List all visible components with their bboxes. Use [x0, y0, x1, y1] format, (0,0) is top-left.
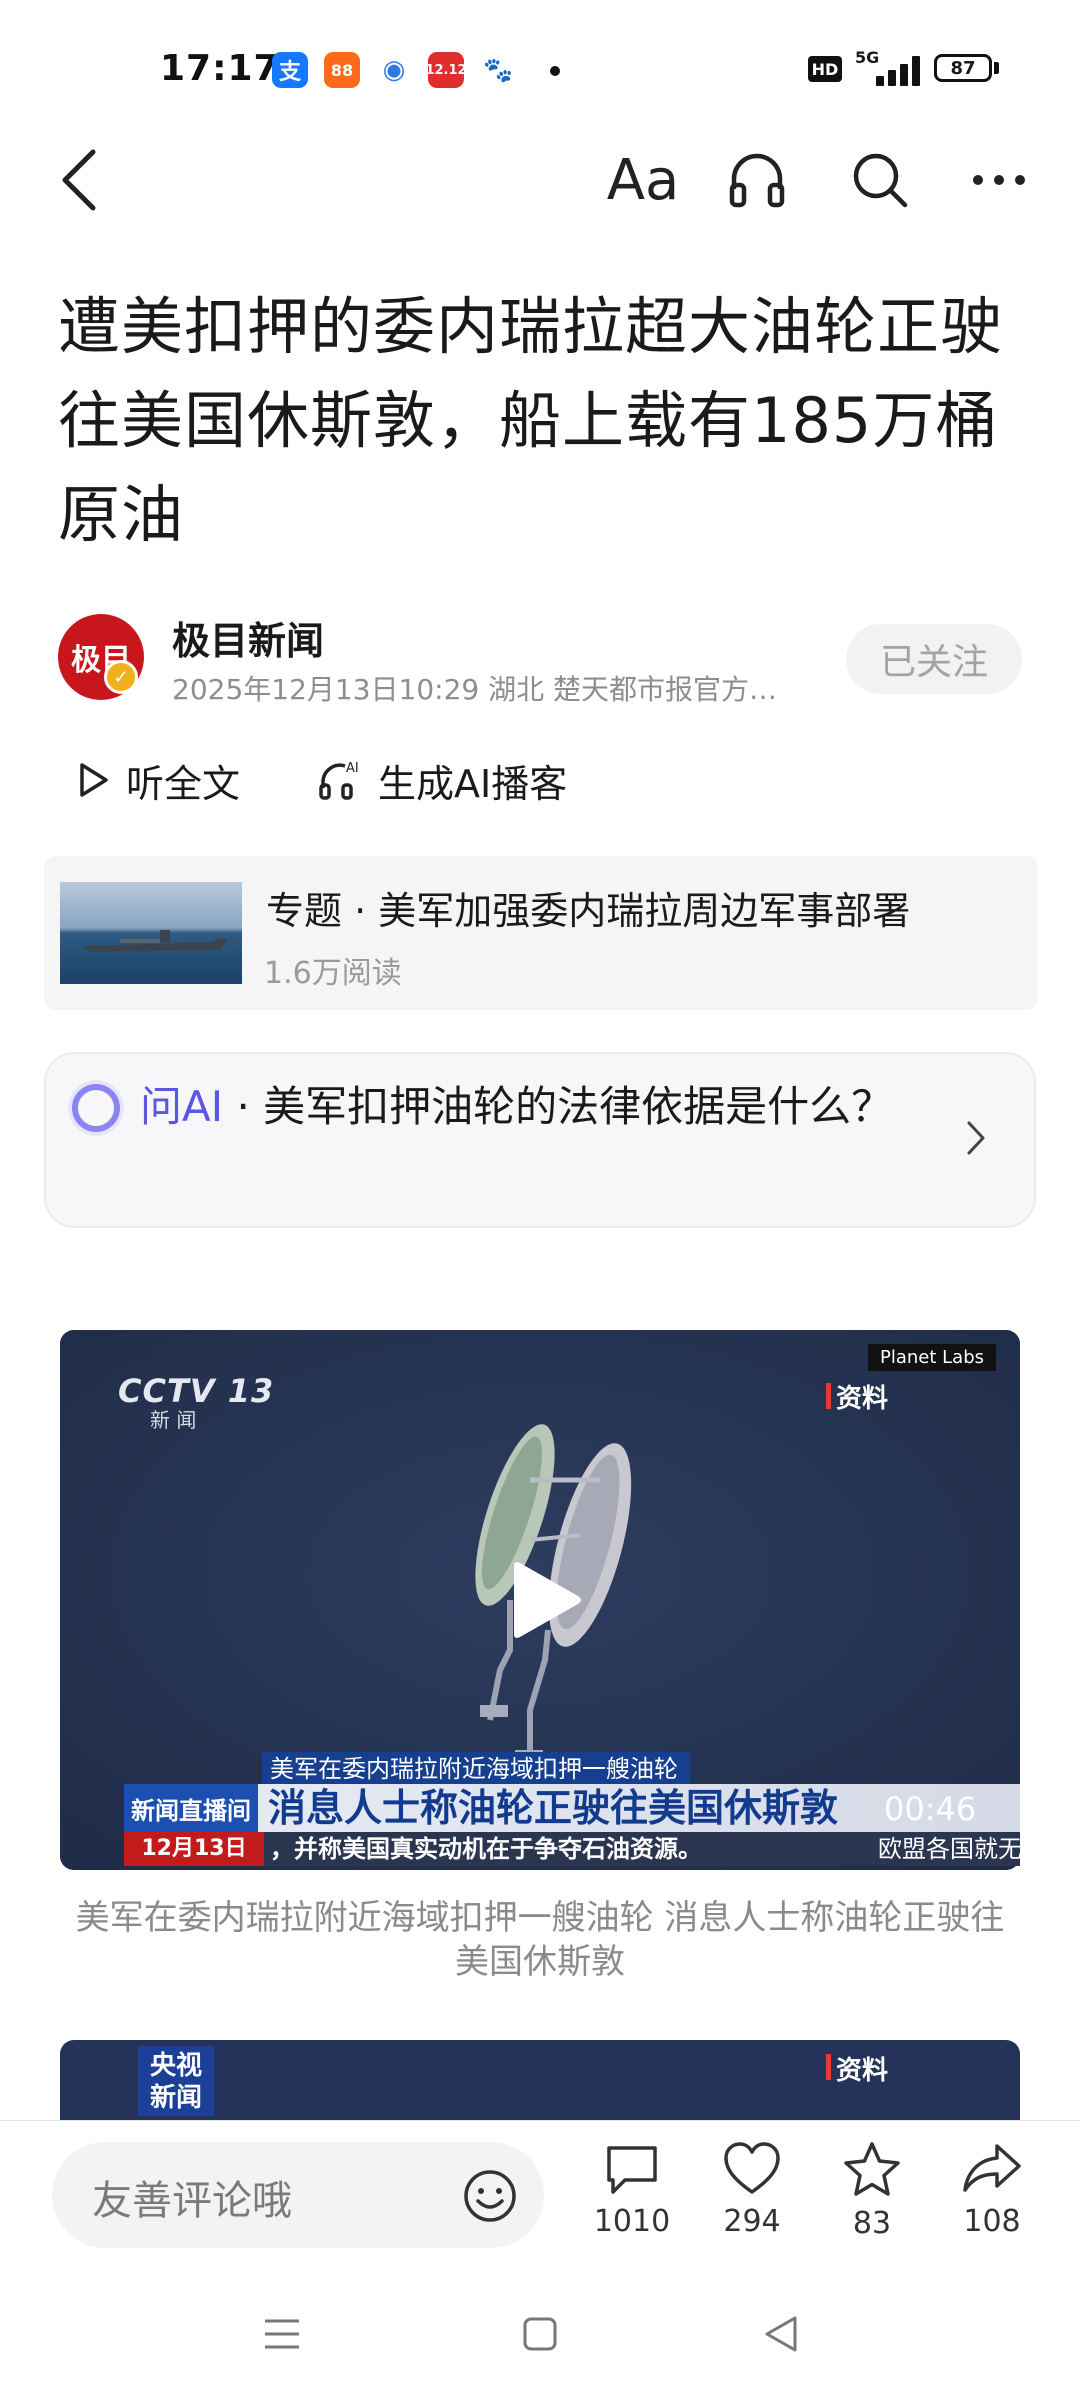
cctv-channel-sublabel: 新 闻 [150, 1408, 197, 1432]
baidu-notification-icon: 🐾 [480, 52, 516, 88]
listen-full-button[interactable]: 听全文 [78, 750, 240, 810]
menu-nav-icon[interactable] [262, 2316, 302, 2356]
video-caption: 美军在委内瑞拉附近海域扣押一艘油轮 消息人士称油轮正驶往美国休斯敦 [75, 1898, 1005, 1982]
article-title: 遭美扣押的委内瑞拉超大油轮正驶往美国休斯敦，船上载有185万桶原油 [58, 290, 1004, 551]
app-notification-icon: 88 [324, 52, 360, 88]
heart-icon [724, 2142, 780, 2194]
ask-ai-label: 问AI [140, 1082, 224, 1131]
listen-full-label: 听全文 [126, 761, 241, 806]
comments-button[interactable]: 1010 [582, 2140, 682, 2239]
material-tag: 资料 [836, 1384, 889, 1414]
taobao-1212-notification-icon: 12.12 [425, 52, 467, 88]
ai-podcast-label: 生成AI播客 [378, 761, 568, 806]
ai-podcast-button[interactable]: AI 生成AI播客 [318, 750, 567, 810]
search-icon[interactable] [845, 145, 915, 215]
verified-badge-icon: ✓ [104, 660, 138, 694]
back-nav-icon[interactable] [762, 2314, 800, 2358]
headphones-icon[interactable] [722, 145, 792, 215]
material-tag-bar [826, 2054, 831, 2080]
topic-title: 专题 · 美军加强委内瑞拉周边军事部署 [266, 889, 911, 933]
cctv-news-logo-text: 央视 新闻 [149, 2051, 202, 2113]
ticker-text-secondary: 欧盟各国就无 [878, 1835, 1022, 1863]
status-time: 17:17 [160, 48, 280, 89]
favorite-count: 83 [852, 2206, 892, 2241]
ai-orb-icon [72, 1084, 120, 1132]
font-size-button[interactable]: Aa [602, 145, 684, 215]
follow-button[interactable]: 已关注 [846, 624, 1022, 694]
comment-placeholder: 友善评论哦 [92, 2178, 292, 2224]
video-subheadline: 美军在委内瑞拉附近海域扣押一艘油轮 [262, 1752, 690, 1786]
video-duration: 00:46 [884, 1790, 977, 1828]
share-button[interactable]: 108 [942, 2140, 1042, 2239]
home-nav-icon[interactable] [522, 2316, 558, 2356]
material-tag: 资料 [836, 2056, 889, 2086]
alipay-notification-icon: 支 [272, 52, 308, 88]
program-label: 新闻直播间 [124, 1784, 258, 1832]
publish-meta: 2025年12月13日10:29 湖北 楚天都市报官方… [172, 673, 778, 706]
play-icon[interactable] [500, 1558, 584, 1646]
signal-bars-icon [862, 56, 920, 86]
ai-headphones-icon: AI [319, 761, 359, 800]
broadcast-datetime: 12月13日09:29 [124, 1832, 264, 1895]
author-name[interactable]: 极目新闻 [172, 610, 324, 665]
comment-icon [607, 2146, 657, 2194]
ask-ai-question: · 美军扣押油轮的法律依据是什么？ [223, 1082, 894, 1131]
battery-tip [994, 62, 999, 74]
share-icon [963, 2144, 1021, 2192]
status-bar: 17:17 支 88 ◉ 12.12 🐾 HD 5G 87 [0, 0, 1080, 130]
chevron-right-icon [966, 1120, 986, 1160]
hd-icon: HD [808, 56, 842, 82]
back-icon[interactable] [44, 145, 114, 215]
like-count: 294 [723, 2204, 781, 2239]
app-notification-icon: ◉ [376, 52, 412, 88]
emoji-icon[interactable] [462, 2168, 518, 2228]
share-count: 108 [963, 2204, 1021, 2239]
source-watermark: Planet Labs [868, 1344, 997, 1371]
play-outline-icon [80, 763, 108, 797]
comment-count: 1010 [593, 2204, 671, 2239]
ticker-text: ，并称美国真实动机在于争夺石油资源。 [270, 1835, 702, 1863]
topic-thumbnail [60, 882, 242, 984]
star-icon [844, 2142, 900, 2196]
topic-read-count: 1.6万阅读 [264, 956, 402, 991]
cctv-news-logo: 央视 新闻 [138, 2046, 214, 2116]
video-headline: 消息人士称油轮正驶往美国休斯敦 [268, 1786, 839, 1830]
ask-ai-text: 问AI · 美军扣押油轮的法律依据是什么？ [140, 1074, 920, 1140]
favorite-button[interactable]: 83 [822, 2140, 922, 2241]
more-options-icon[interactable] [964, 145, 1034, 215]
material-tag-bar [826, 1383, 831, 1409]
like-button[interactable]: 294 [702, 2140, 802, 2239]
battery-icon: 87 [934, 54, 992, 82]
svg-text:AI: AI [346, 761, 359, 776]
more-notifications-dot [550, 66, 560, 76]
